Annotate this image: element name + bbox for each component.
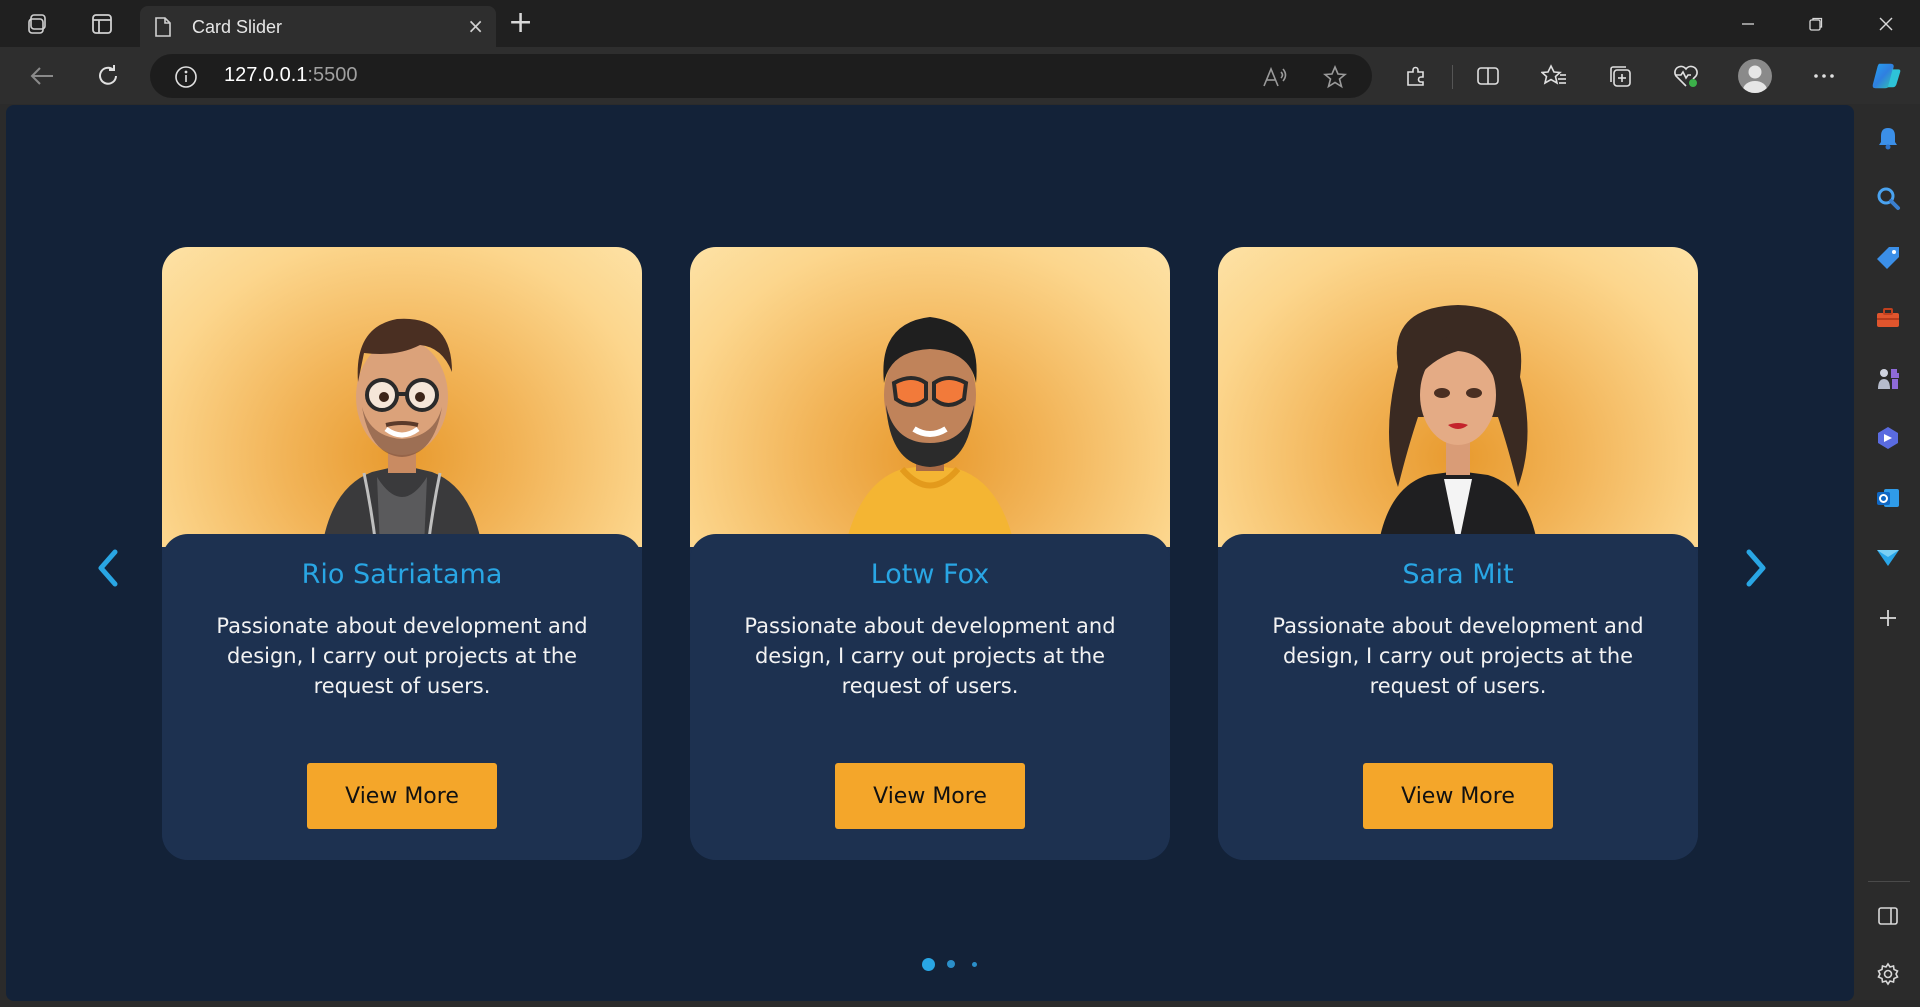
url-host: 127.0.0.1 — [224, 64, 308, 86]
card-description: Passionate about development and design,… — [744, 614, 1116, 698]
collections-icon[interactable] — [1604, 60, 1636, 92]
favorites-icon[interactable] — [1538, 60, 1570, 92]
url-text[interactable]: 127.0.0.1:5500 — [224, 64, 357, 87]
card-name: Lotw Fox — [870, 559, 990, 590]
view-more-button[interactable]: View More — [1363, 763, 1553, 829]
info-icon[interactable] — [174, 65, 198, 93]
card-name: Rio Satriatama — [301, 559, 503, 590]
pagination-dot[interactable] — [972, 962, 977, 967]
tab-title: Card Slider — [192, 17, 283, 37]
back-button[interactable] — [26, 60, 58, 92]
toolbar-divider — [1452, 65, 1453, 89]
card-name: Sara Mit — [1402, 559, 1514, 590]
split-screen-icon[interactable] — [1472, 60, 1504, 92]
view-more-button[interactable]: View More — [307, 763, 497, 829]
card-description: Passionate about development and design,… — [216, 614, 588, 698]
title-bar: Card Slider × + — [0, 0, 1920, 47]
outlook-icon[interactable] — [1872, 482, 1904, 514]
avatar-portrait-lotw — [845, 317, 1015, 547]
tab-card-slider[interactable]: Card Slider × — [140, 6, 496, 47]
pagination-dot[interactable] — [947, 960, 955, 968]
tab-actions-icon[interactable] — [88, 10, 116, 38]
card-description: Passionate about development and design,… — [1272, 614, 1644, 698]
restore-button[interactable] — [1796, 9, 1836, 39]
refresh-button[interactable] — [92, 60, 124, 92]
heart-pulse-icon[interactable] — [1670, 60, 1702, 92]
page-viewport: Rio Satriatama Passionate about developm… — [6, 105, 1854, 1001]
shopping-tag-icon[interactable] — [1872, 242, 1904, 274]
card-image-area — [690, 247, 1170, 547]
search-icon[interactable] — [1872, 182, 1904, 214]
puzzle-icon[interactable] — [1400, 60, 1432, 92]
prev-arrow-button[interactable] — [86, 542, 130, 594]
minimize-button[interactable] — [1728, 9, 1768, 39]
card-image-area — [162, 247, 642, 547]
pagination-dot-active[interactable] — [922, 958, 935, 971]
tab-close-button[interactable]: × — [467, 16, 484, 36]
profile-card: Sara Mit Passionate about development an… — [1218, 247, 1698, 860]
sidebar-toggle-icon[interactable] — [1872, 900, 1904, 932]
profile-avatar-icon[interactable] — [1738, 59, 1772, 93]
send-icon[interactable] — [1872, 542, 1904, 574]
add-icon[interactable] — [1872, 602, 1904, 634]
games-icon[interactable] — [1872, 362, 1904, 394]
omnibox[interactable]: 127.0.0.1:5500 — [150, 54, 1372, 98]
read-aloud-icon[interactable] — [1262, 64, 1288, 90]
settings-icon[interactable] — [1872, 958, 1904, 990]
bell-icon[interactable] — [1872, 122, 1904, 154]
edge-sidebar — [1856, 104, 1920, 1007]
card-image-area — [1218, 247, 1698, 547]
url-port: :5500 — [307, 64, 358, 86]
close-window-button[interactable] — [1866, 9, 1906, 39]
bing-icon[interactable] — [1872, 422, 1904, 454]
avatar-portrait-sara — [1378, 305, 1538, 547]
toolbox-icon[interactable] — [1872, 302, 1904, 334]
more-icon[interactable] — [1808, 60, 1840, 92]
star-icon[interactable] — [1322, 64, 1348, 90]
address-bar-row: 127.0.0.1:5500 — [0, 47, 1920, 104]
sidebar-divider — [1868, 881, 1910, 882]
view-more-button[interactable]: View More — [835, 763, 1025, 829]
profile-card: Rio Satriatama Passionate about developm… — [162, 247, 642, 860]
next-arrow-button[interactable] — [1734, 542, 1778, 594]
new-tab-button[interactable]: + — [508, 8, 533, 38]
copilot-icon[interactable] — [1870, 60, 1902, 92]
profile-card: Lotw Fox Passionate about development an… — [690, 247, 1170, 860]
page-icon — [154, 16, 172, 42]
avatar-portrait-rio — [322, 318, 482, 547]
workspaces-icon[interactable] — [24, 10, 52, 38]
